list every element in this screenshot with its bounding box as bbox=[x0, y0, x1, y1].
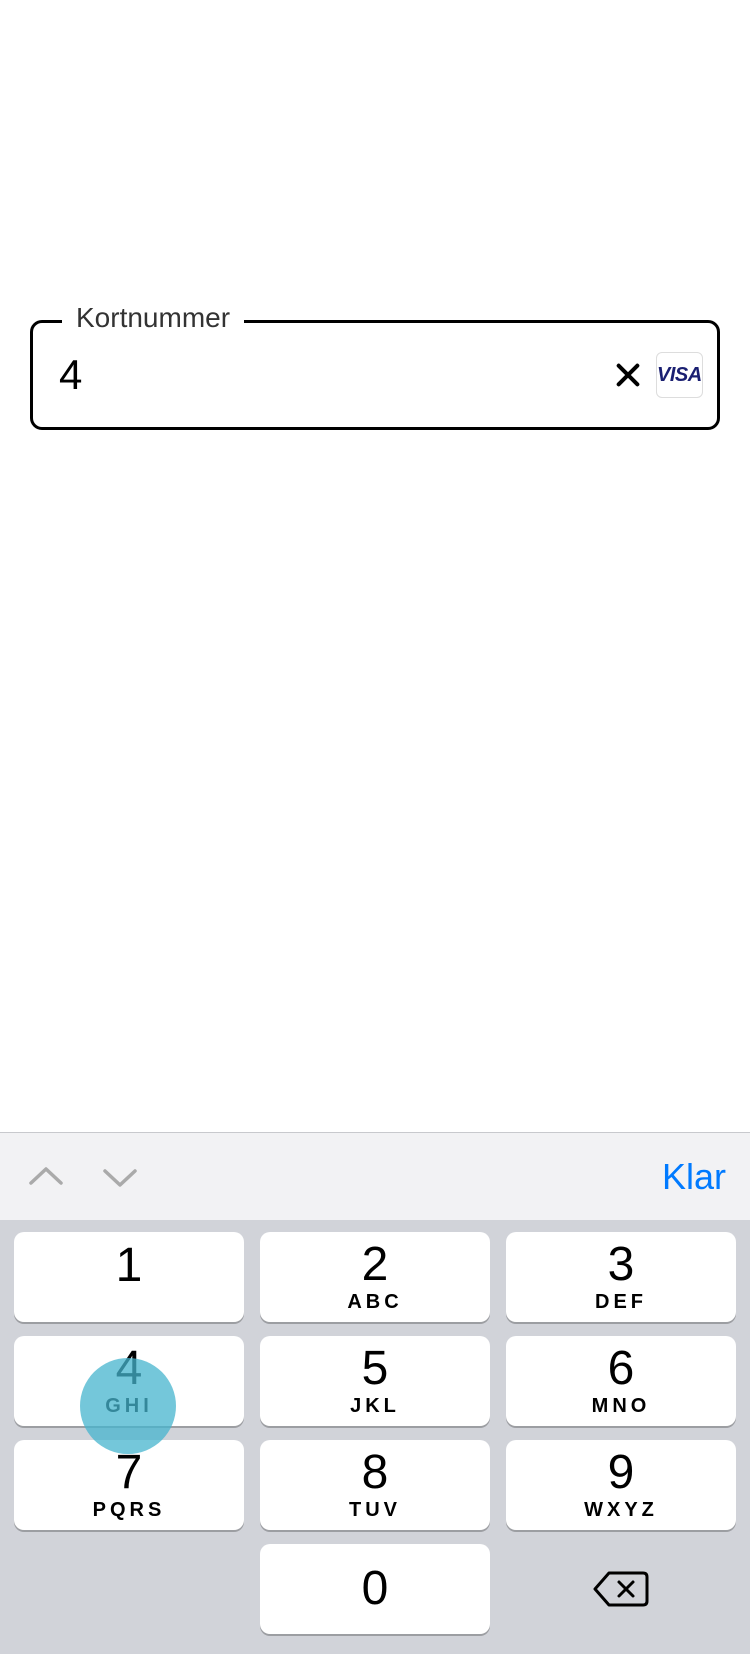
close-icon bbox=[612, 359, 644, 391]
key-digit: 3 bbox=[608, 1241, 635, 1289]
key-6[interactable]: 6 MNO bbox=[506, 1336, 736, 1426]
key-8[interactable]: 8 TUV bbox=[260, 1440, 490, 1530]
key-digit: 4 bbox=[116, 1345, 143, 1393]
key-digit: 0 bbox=[362, 1565, 389, 1613]
key-letters: DEF bbox=[595, 1291, 647, 1314]
clear-input-button[interactable] bbox=[612, 351, 644, 399]
toolbar-field-nav bbox=[24, 1155, 142, 1199]
key-4[interactable]: 4 GHI bbox=[14, 1336, 244, 1426]
numeric-keypad: 1 2 ABC 3 DEF 4 GHI 5 JKL 6 MNO 7 PQRS 8… bbox=[0, 1220, 750, 1654]
card-number-field-wrapper: Kortnummer VISA bbox=[30, 320, 720, 430]
key-backspace[interactable] bbox=[506, 1544, 736, 1634]
key-9[interactable]: 9 WXYZ bbox=[506, 1440, 736, 1530]
key-letters: GHI bbox=[105, 1395, 153, 1418]
key-digit: 6 bbox=[608, 1345, 635, 1393]
numeric-keyboard: Klar 1 2 ABC 3 DEF 4 GHI 5 JKL 6 MNO 7 P… bbox=[0, 1132, 750, 1654]
key-letters: WXYZ bbox=[584, 1499, 658, 1522]
content-area: Kortnummer VISA bbox=[0, 320, 750, 430]
key-digit: 2 bbox=[362, 1241, 389, 1289]
chevron-down-icon bbox=[101, 1165, 139, 1189]
card-number-field[interactable]: VISA bbox=[30, 320, 720, 430]
backspace-icon bbox=[593, 1569, 649, 1609]
key-digit: 5 bbox=[362, 1345, 389, 1393]
card-number-label: Kortnummer bbox=[62, 302, 244, 334]
chevron-up-icon bbox=[27, 1165, 65, 1189]
key-1[interactable]: 1 bbox=[14, 1232, 244, 1322]
keyboard-toolbar: Klar bbox=[0, 1132, 750, 1220]
key-letters: MNO bbox=[592, 1395, 651, 1418]
key-0[interactable]: 0 bbox=[260, 1544, 490, 1634]
key-letters: PQRS bbox=[93, 1499, 166, 1522]
key-2[interactable]: 2 ABC bbox=[260, 1232, 490, 1322]
key-letters: TUV bbox=[349, 1499, 401, 1522]
previous-field-button[interactable] bbox=[24, 1155, 68, 1199]
next-field-button[interactable] bbox=[98, 1155, 142, 1199]
key-5[interactable]: 5 JKL bbox=[260, 1336, 490, 1426]
key-digit: 7 bbox=[116, 1449, 143, 1497]
key-digit: 1 bbox=[116, 1242, 143, 1290]
key-digit: 8 bbox=[362, 1449, 389, 1497]
key-letters: JKL bbox=[350, 1395, 400, 1418]
key-digit: 9 bbox=[608, 1449, 635, 1497]
card-brand-badge: VISA bbox=[656, 352, 703, 398]
key-letters: ABC bbox=[347, 1291, 402, 1314]
key-blank bbox=[14, 1544, 244, 1634]
keyboard-done-button[interactable]: Klar bbox=[662, 1156, 726, 1198]
key-3[interactable]: 3 DEF bbox=[506, 1232, 736, 1322]
card-number-input[interactable] bbox=[59, 351, 600, 399]
key-7[interactable]: 7 PQRS bbox=[14, 1440, 244, 1530]
